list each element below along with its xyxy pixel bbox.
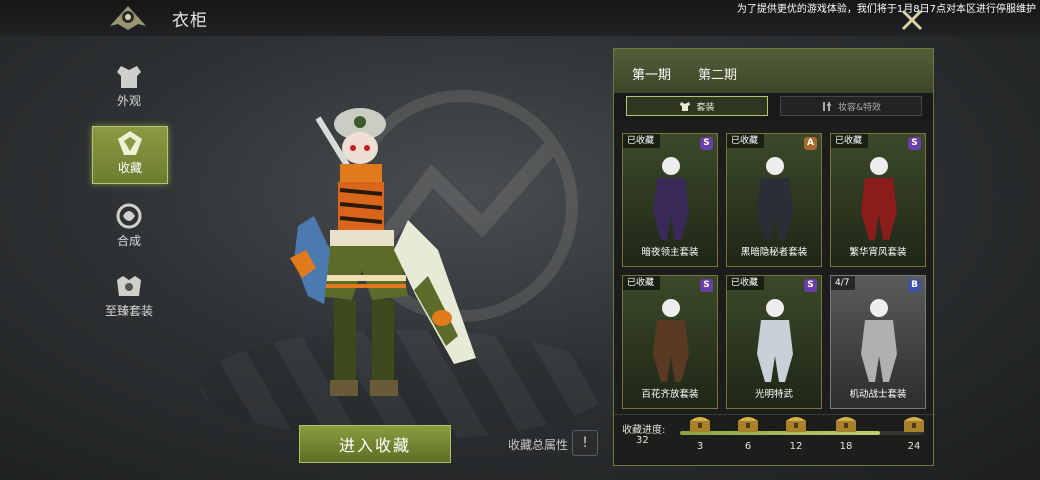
milestone-value: 12 bbox=[789, 441, 803, 452]
total-attributes-label: 收藏总属性 bbox=[508, 438, 569, 452]
collection-progress: 收藏进度: 32 3 6 12 18 24 bbox=[614, 414, 933, 465]
ultimate-set-icon bbox=[117, 276, 141, 296]
collect-status-tag: 已收藏 bbox=[623, 276, 661, 290]
sidebar-item-collection[interactable]: 收藏 bbox=[92, 126, 168, 184]
synthesis-icon bbox=[116, 203, 142, 229]
progress-label: 收藏进度: bbox=[622, 425, 666, 436]
collect-status-tag: 已收藏 bbox=[727, 134, 765, 148]
character-model[interactable] bbox=[290, 100, 490, 420]
subtab-makeup[interactable]: 妆容&特效 bbox=[780, 96, 922, 116]
costume-name: 繁华宵风套装 bbox=[849, 247, 907, 258]
category-subtabs: 套装 妆容&特效 bbox=[614, 93, 933, 121]
sidebar-item-label: 合成 bbox=[116, 234, 141, 248]
collection-icon bbox=[118, 131, 142, 155]
info-icon[interactable]: ! bbox=[572, 430, 598, 456]
tab-period-2[interactable]: 第二期 bbox=[698, 64, 737, 83]
dragon-logo-icon bbox=[110, 6, 146, 30]
reward-chest-icon[interactable] bbox=[736, 415, 760, 433]
costume-card[interactable]: 已收藏 A 黑暗隐秘者套装 bbox=[726, 133, 822, 267]
grade-badge: S bbox=[908, 137, 921, 150]
costume-figure bbox=[861, 157, 897, 240]
page-title: 衣柜 bbox=[172, 11, 208, 31]
armor-icon bbox=[117, 66, 141, 88]
collect-status-tag: 已收藏 bbox=[623, 134, 661, 148]
sidebar-item-label: 收藏 bbox=[117, 161, 142, 175]
progress-value: 32 bbox=[636, 435, 649, 446]
close-icon[interactable] bbox=[898, 6, 926, 34]
costume-name: 百花齐放套装 bbox=[641, 389, 699, 400]
costume-card[interactable]: 已收藏 S 繁华宵风套装 bbox=[830, 133, 926, 267]
grade-badge: S bbox=[700, 279, 713, 292]
collect-status-tag: 已收藏 bbox=[727, 276, 765, 290]
sidebar-item-synthesis[interactable]: 合成 bbox=[92, 200, 166, 256]
costume-figure bbox=[757, 299, 793, 382]
reward-chest-icon[interactable] bbox=[688, 415, 712, 433]
milestone-value: 3 bbox=[696, 441, 704, 452]
sidebar-item-appearance[interactable]: 外观 bbox=[92, 60, 166, 116]
subtab-label: 妆容&特效 bbox=[837, 102, 882, 113]
subtab-costume[interactable]: 套装 bbox=[626, 96, 768, 116]
maintenance-notice: 为了提供更优的游戏体验，我们将于1月8日7点对本区进行停服维护 bbox=[736, 4, 1036, 15]
costume-name: 机动战士套装 bbox=[849, 389, 907, 400]
collection-panel: 第一期 第二期 套装 妆容&特效 已收藏 S 暗夜领主套装 已收藏 A 黑暗隐秘者套装 已收… bbox=[613, 48, 934, 466]
period-tabs: 第一期 第二期 bbox=[614, 49, 933, 93]
grade-badge: S bbox=[700, 137, 713, 150]
costume-icon bbox=[680, 101, 691, 111]
grade-badge: A bbox=[804, 137, 817, 150]
collect-status-tag: 4/7 bbox=[831, 276, 856, 290]
grade-badge: S bbox=[804, 279, 817, 292]
enter-collection-button[interactable]: 进入收藏 bbox=[299, 425, 451, 463]
makeup-icon bbox=[822, 101, 831, 111]
reward-chest-icon[interactable] bbox=[902, 415, 926, 433]
grade-badge: B bbox=[908, 279, 921, 292]
costume-name: 光明特武 bbox=[754, 389, 793, 400]
milestone-value: 18 bbox=[839, 441, 853, 452]
costume-card[interactable]: 4/7 B 机动战士套装 bbox=[830, 275, 926, 409]
costume-name: 黑暗隐秘者套装 bbox=[740, 247, 808, 258]
sidebar-item-label: 外观 bbox=[116, 94, 141, 108]
costume-card[interactable]: 已收藏 S 暗夜领主套装 bbox=[622, 133, 718, 267]
costume-card[interactable]: 已收藏 S 光明特武 bbox=[726, 275, 822, 409]
reward-chest-icon[interactable] bbox=[834, 415, 858, 433]
sidebar-item-label: 至臻套装 bbox=[104, 304, 153, 318]
reward-chest-icon[interactable] bbox=[784, 415, 808, 433]
milestone-value: 6 bbox=[744, 441, 752, 452]
tab-period-1[interactable]: 第一期 bbox=[632, 64, 671, 83]
costume-figure bbox=[653, 299, 689, 382]
collect-status-tag: 已收藏 bbox=[831, 134, 869, 148]
subtab-label: 套装 bbox=[696, 102, 715, 113]
costume-figure bbox=[861, 299, 897, 382]
costume-card[interactable]: 已收藏 S 百花齐放套装 bbox=[622, 275, 718, 409]
costume-name: 暗夜领主套装 bbox=[641, 247, 699, 258]
costume-figure bbox=[757, 157, 793, 240]
milestone-value: 24 bbox=[907, 441, 921, 452]
costume-figure bbox=[653, 157, 689, 240]
sidebar-item-ultimate-set[interactable]: 至臻套装 bbox=[92, 270, 166, 326]
